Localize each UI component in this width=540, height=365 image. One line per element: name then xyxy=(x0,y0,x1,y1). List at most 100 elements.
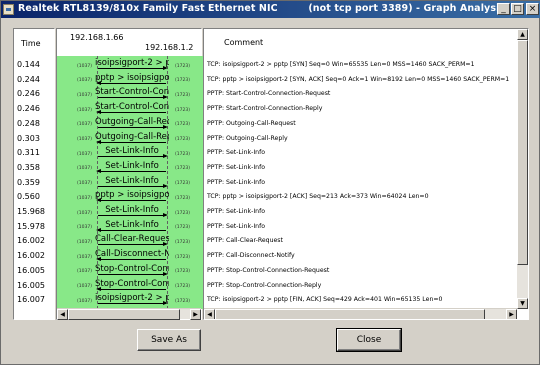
time-cell[interactable]: 0.303 xyxy=(17,132,40,147)
flow-arrow-row[interactable]: (1037)Call-Disconnect-Not (1723) xyxy=(57,249,203,264)
time-cell[interactable]: 0.144 xyxy=(17,58,40,73)
comment-cell[interactable]: PPTP: Set-Link-Info xyxy=(207,146,265,161)
flow-arrow-label: isoipsigport-2 > pp xyxy=(95,58,169,68)
flow-arrow-row[interactable]: (1037) pptp > isoipsigport (1723) xyxy=(57,190,203,205)
comment-cell[interactable]: PPTP: Start-Control-Connection-Request xyxy=(207,87,330,102)
flow-arrow-row[interactable]: (1037) Set-Link-Info (1723) xyxy=(57,220,203,235)
time-cell[interactable]: 0.246 xyxy=(17,87,40,102)
dest-port-label: (1723) xyxy=(175,254,190,260)
time-cell[interactable]: 0.248 xyxy=(17,117,40,132)
comment-cell[interactable]: PPTP: Set-Link-Info xyxy=(207,205,265,220)
comment-cell[interactable]: PPTP: Call-Clear-Request xyxy=(207,234,283,249)
dest-port-label: (1723) xyxy=(175,225,190,231)
scroll-right-icon[interactable]: ▶ xyxy=(190,309,201,320)
scroll-up-icon[interactable]: ▲ xyxy=(517,29,528,40)
scroll-left-icon[interactable]: ◀ xyxy=(204,309,215,319)
dest-port-label: (1723) xyxy=(175,210,190,216)
comment-cell[interactable]: PPTP: Start-Control-Connection-Reply xyxy=(207,102,322,117)
source-port-label: (1037) xyxy=(77,239,92,245)
flow-arrow-row[interactable]: (1037) pptp > isoipsigport (1723) xyxy=(57,73,203,88)
close-window-button[interactable]: × xyxy=(526,3,539,15)
time-cell[interactable]: 0.560 xyxy=(17,190,40,205)
arrow-left-icon xyxy=(96,168,166,173)
graph-hscroll-thumb[interactable] xyxy=(68,309,180,320)
arrow-right-icon xyxy=(98,124,168,129)
flow-arrow-label: Stop-Control-Conne xyxy=(95,278,169,289)
time-cell[interactable]: 0.311 xyxy=(17,146,40,161)
dest-port-label: (1723) xyxy=(175,92,190,98)
flow-arrow-row[interactable]: (1037) Set-Link-Info (1723) xyxy=(57,205,203,220)
arrow-left-icon xyxy=(96,257,166,262)
time-cell[interactable]: 0.244 xyxy=(17,73,40,88)
flow-arrow-row[interactable]: (1037)Outgoing-Call-Reply (1723) xyxy=(57,132,203,147)
dest-port-label: (1723) xyxy=(175,63,190,69)
scroll-down-icon[interactable]: ▼ xyxy=(517,298,528,309)
flow-arrow-row[interactable]: (1037) Set-Link-Info (1723) xyxy=(57,176,203,191)
save-as-button[interactable]: Save As xyxy=(137,329,201,351)
comment-cell[interactable]: TCP: pptp > isoipsigport-2 [ACK] Seq=213… xyxy=(207,190,429,205)
time-cell[interactable]: 16.005 xyxy=(17,264,45,279)
comment-cell[interactable]: PPTP: Call-Disconnect-Notify xyxy=(207,249,295,264)
flow-arrow-row[interactable]: (1037)Outgoing-Call-Reque (1723) xyxy=(57,117,203,132)
comment-cell[interactable]: PPTP: Outgoing-Call-Reply xyxy=(207,132,288,147)
comment-cell[interactable]: PPTP: Stop-Control-Connection-Reply xyxy=(207,279,321,294)
time-cell[interactable]: 16.002 xyxy=(17,249,45,264)
comment-vscrollbar[interactable]: ▲ ▼ xyxy=(517,29,528,309)
time-cell[interactable]: 0.246 xyxy=(17,102,40,117)
comment-cell[interactable]: PPTP: Stop-Control-Connection-Request xyxy=(207,264,329,279)
flow-arrow-label: Outgoing-Call-Reply xyxy=(95,131,169,142)
comment-hscroll-thumb[interactable] xyxy=(215,309,485,319)
flow-arrow-row[interactable]: (1037)Start-Control-Conne (1723) xyxy=(57,87,203,102)
arrow-left-icon xyxy=(96,198,166,203)
comment-cell[interactable]: PPTP: Set-Link-Info xyxy=(207,220,265,235)
arrow-left-icon xyxy=(96,139,166,144)
flow-arrow-row[interactable]: (1037)Stop-Control-Conne (1723) xyxy=(57,279,203,294)
flow-arrow-row[interactable]: (1037) Set-Link-Info (1723) xyxy=(57,146,203,161)
arrow-right-icon xyxy=(98,95,168,100)
flow-arrow-row[interactable]: (1037) isoipsigport-2 > pp (1723) xyxy=(57,58,203,73)
comment-cell[interactable]: PPTP: Outgoing-Call-Request xyxy=(207,117,296,132)
time-cell[interactable]: 15.978 xyxy=(17,220,45,235)
arrow-right-icon xyxy=(98,154,168,159)
arrow-right-icon xyxy=(98,183,168,188)
source-port-label: (1037) xyxy=(77,166,92,172)
comment-hscrollbar[interactable]: ◀ ▶ xyxy=(204,308,517,319)
dest-port-label: (1723) xyxy=(175,122,190,128)
minimize-button[interactable]: _ xyxy=(497,3,510,15)
scroll-right-icon[interactable]: ▶ xyxy=(506,309,517,319)
source-port-label: (1037) xyxy=(77,181,92,187)
flow-arrow-row[interactable]: (1037)Start-Control-Conne (1723) xyxy=(57,102,203,117)
source-port-label: (1037) xyxy=(77,63,92,69)
flow-arrow-row[interactable]: (1037) Set-Link-Info (1723) xyxy=(57,161,203,176)
graph-hscrollbar[interactable]: ◀ ▶ xyxy=(57,308,201,320)
source-port-label: (1037) xyxy=(77,78,92,84)
maximize-button[interactable]: □ xyxy=(511,3,524,15)
comment-cell[interactable]: TCP: isoipsigport-2 > pptp [SYN] Seq=0 W… xyxy=(207,58,475,73)
flow-arrow-row[interactable]: (1037)Stop-Control-Conne (1723) xyxy=(57,264,203,279)
window-title-filter: (not tcp port 3389) - Graph Analysis xyxy=(308,3,506,14)
arrow-left-icon xyxy=(96,80,166,85)
dest-port-label: (1723) xyxy=(175,78,190,84)
time-cell[interactable]: 0.358 xyxy=(17,161,40,176)
title-bar[interactable]: Realtek RTL8139/810x Family Fast Etherne… xyxy=(1,1,540,18)
comment-cell[interactable]: PPTP: Set-Link-Info xyxy=(207,176,265,191)
dest-port-label: (1723) xyxy=(175,166,190,172)
source-port-label: (1037) xyxy=(77,122,92,128)
scroll-left-icon[interactable]: ◀ xyxy=(57,309,68,320)
time-cell[interactable]: 16.002 xyxy=(17,234,45,249)
time-cell[interactable]: 16.005 xyxy=(17,279,45,294)
flow-arrow-row[interactable]: (1037) Call-Clear-Request (1723) xyxy=(57,234,203,249)
time-cell[interactable]: 0.359 xyxy=(17,176,40,191)
close-button[interactable]: Close xyxy=(336,328,402,352)
comment-cell[interactable]: PPTP: Set-Link-Info xyxy=(207,161,265,176)
comment-cell[interactable]: TCP: pptp > isoipsigport-2 [SYN, ACK] Se… xyxy=(207,73,509,88)
comment-panel: Comment TCP: isoipsigport-2 > pptp [SYN]… xyxy=(203,28,529,320)
comment-vscroll-thumb[interactable] xyxy=(517,40,528,265)
flow-arrow-label: isoipsigport-2 > pp xyxy=(95,293,169,304)
time-cell[interactable]: 16.007 xyxy=(17,293,45,308)
source-port-label: (1037) xyxy=(77,195,92,201)
flow-arrow-label: pptp > isoipsigport xyxy=(95,190,169,201)
flow-arrow-row[interactable]: (1037) isoipsigport-2 > pp (1723) xyxy=(57,293,203,308)
comment-cell[interactable]: TCP: isoipsigport-2 > pptp [FIN, ACK] Se… xyxy=(207,293,443,308)
time-cell[interactable]: 15.968 xyxy=(17,205,45,220)
